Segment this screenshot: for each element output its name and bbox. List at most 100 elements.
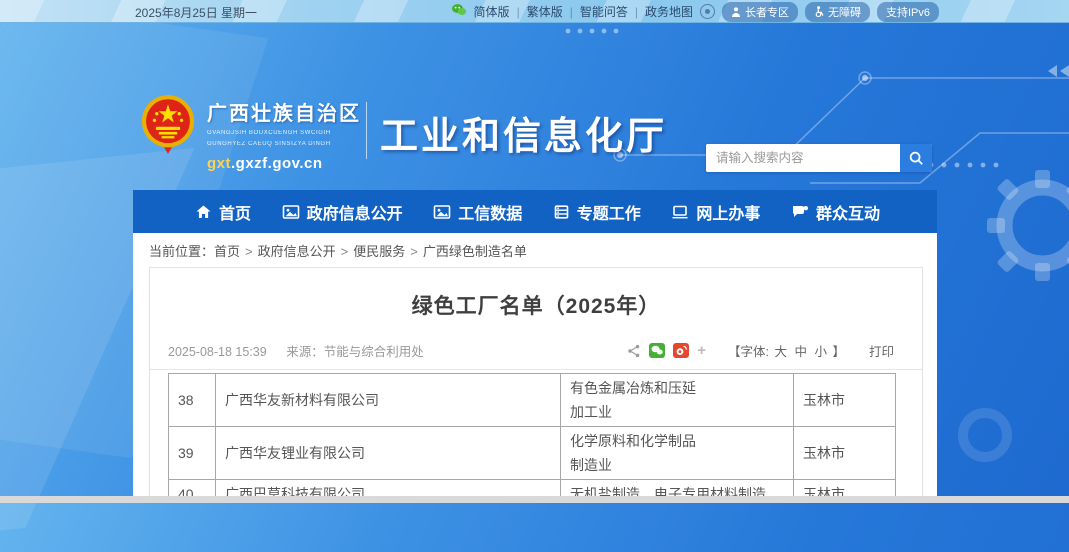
breadcrumb-current-page[interactable]: 广西绿色制造名单	[423, 244, 527, 259]
industry-cell: 无机盐制造、电子专用材料制造	[561, 480, 794, 497]
nav-item-industry-data[interactable]: 工信数据	[433, 200, 522, 224]
meta-left: 2025-08-18 15:39 来源：节能与综合利用处	[168, 341, 440, 360]
elder-zone-button[interactable]: 长者专区	[722, 2, 798, 22]
main-nav: 首页 政府信息公开 工信数据 专题工作 网上办事 群众互动	[133, 190, 937, 233]
company-cell: 广西华友锂业有限公司	[216, 427, 561, 480]
company-cell: 广西巴莫科技有限公司	[216, 480, 561, 497]
article-box: 绿色工厂名单（2025年） 2025-08-18 15:39 来源：节能与综合利…	[149, 267, 923, 496]
search-input[interactable]	[706, 144, 900, 172]
wechat-icon[interactable]	[451, 3, 467, 20]
industry-line: 无机盐制造、电子专用材料制造	[570, 482, 784, 496]
computer-icon	[671, 204, 689, 220]
national-emblem-logo[interactable]	[140, 93, 196, 155]
region-zhuang-line1: GVANGJSIH BOUXCUENGH SWCIGIH	[207, 129, 361, 137]
domain-rest: .gxzf.gov.cn	[231, 155, 323, 172]
topbar-links: 简体版 | 繁体版 | 智能问答 | 政务地图 长者专区 无障碍 支持IPv6	[451, 2, 939, 21]
domain-prefix: gxt	[207, 155, 231, 172]
separator: |	[570, 5, 573, 19]
share-icon[interactable]	[627, 344, 641, 358]
date-label: 2025年8月25日 星期一	[135, 4, 257, 21]
breadcrumb: 当前位置：首页>政府信息公开>便民服务>广西绿色制造名单	[133, 233, 937, 260]
link-gov-map[interactable]: 政务地图	[645, 3, 693, 20]
article-meta: 2025-08-18 15:39 来源：节能与综合利用处 + 【字体: 大 中	[150, 341, 922, 370]
region-logo-block[interactable]: 广西壮族自治区 GVANGJSIH BOUXCUENGH SWCIGIH GUN…	[207, 97, 361, 172]
table-row: 40 广西巴莫科技有限公司 无机盐制造、电子专用材料制造 玉林市	[169, 480, 896, 497]
city-cell: 玉林市	[794, 427, 896, 480]
accessibility-button[interactable]: 无障碍	[805, 2, 870, 22]
breadcrumb-separator: >	[341, 244, 349, 259]
header-divider	[366, 102, 367, 159]
site-title[interactable]: 工业和信息化厅	[380, 105, 667, 160]
elder-person-icon	[731, 7, 741, 17]
nav-item-info-disclosure[interactable]: 政府信息公开	[282, 200, 403, 224]
circle-badge-icon[interactable]	[700, 4, 715, 19]
font-label-open: 【字体:	[728, 345, 769, 359]
separator: |	[517, 5, 520, 19]
link-smart-qa[interactable]: 智能问答	[580, 3, 628, 20]
search-icon	[908, 150, 924, 166]
industry-line: 有色金属冶炼和压延	[570, 376, 784, 400]
nav-label: 网上办事	[696, 200, 760, 224]
row-number-cell: 39	[169, 427, 216, 480]
wheelchair-icon	[814, 6, 824, 17]
breadcrumb-info-disclosure[interactable]: 政府信息公开	[258, 244, 336, 259]
picture-icon	[282, 204, 300, 220]
table-row: 39 广西华友锂业有限公司 化学原料和化学制品 制造业 玉林市	[169, 427, 896, 480]
nav-label: 首页	[219, 200, 251, 224]
region-zhuang-line2: GUNGHYEZ CAEUQ SINSIZYA DINGH	[207, 140, 361, 148]
meta-right: + 【字体: 大 中 小 】 打印	[627, 341, 894, 360]
font-size-large[interactable]: 大	[774, 345, 787, 359]
more-share-icon[interactable]: +	[697, 342, 706, 359]
search-box	[706, 144, 932, 172]
row-number-cell: 40	[169, 480, 216, 497]
chat-bubbles-icon	[791, 204, 809, 220]
publish-date: 2025-08-18 15:39	[168, 345, 267, 359]
nav-label: 工信数据	[458, 200, 522, 224]
ipv6-label: 支持IPv6	[886, 4, 930, 20]
home-icon	[195, 204, 212, 220]
nav-label: 政府信息公开	[307, 200, 403, 224]
font-size-small[interactable]: 小	[814, 345, 827, 359]
picture-icon	[433, 204, 451, 220]
company-cell: 广西华友新材料有限公司	[216, 374, 561, 427]
bottom-strip	[0, 496, 1069, 503]
wechat-share-icon[interactable]	[649, 343, 665, 358]
industry-cell: 有色金属冶炼和压延 加工业	[561, 374, 794, 427]
industry-line: 化学原料和化学制品	[570, 429, 784, 453]
nav-item-special-topics[interactable]: 专题工作	[553, 200, 641, 224]
accessibility-label: 无障碍	[828, 4, 861, 20]
nav-label: 专题工作	[577, 200, 641, 224]
nav-label: 群众互动	[816, 200, 880, 224]
elder-zone-label: 长者专区	[745, 4, 789, 20]
table-row: 38 广西华友新材料有限公司 有色金属冶炼和压延 加工业 玉林市	[169, 374, 896, 427]
nav-item-online-services[interactable]: 网上办事	[671, 200, 760, 224]
font-size-medium[interactable]: 中	[794, 345, 807, 359]
font-label-close: 】	[832, 345, 845, 359]
region-name: 广西壮族自治区	[207, 97, 361, 126]
row-number-cell: 38	[169, 374, 216, 427]
weibo-share-icon[interactable]	[673, 343, 689, 358]
nav-item-public-interaction[interactable]: 群众互动	[791, 200, 880, 224]
city-cell: 玉林市	[794, 374, 896, 427]
city-cell: 玉林市	[794, 480, 896, 497]
breadcrumb-home[interactable]: 首页	[214, 244, 240, 259]
article-source: 来源：节能与综合利用处	[286, 345, 424, 359]
breadcrumb-prefix: 当前位置：	[149, 244, 214, 259]
article-title: 绿色工厂名单（2025年）	[150, 290, 922, 320]
nav-item-home[interactable]: 首页	[195, 200, 251, 224]
print-button[interactable]: 打印	[869, 341, 894, 360]
link-simplified-chinese[interactable]: 简体版	[474, 3, 510, 20]
industry-line: 加工业	[570, 400, 784, 424]
archive-icon	[553, 204, 570, 220]
font-size-control: 【字体: 大 中 小 】	[728, 341, 845, 360]
industry-line: 制造业	[570, 453, 784, 477]
green-factory-table: 38 广西华友新材料有限公司 有色金属冶炼和压延 加工业 玉林市 39 广西华友…	[168, 373, 896, 496]
ipv6-badge[interactable]: 支持IPv6	[877, 2, 939, 22]
topbar: 2025年8月25日 星期一 简体版 | 繁体版 | 智能问答 | 政务地图 长…	[0, 0, 1069, 23]
link-traditional-chinese[interactable]: 繁体版	[527, 3, 563, 20]
search-button[interactable]	[900, 144, 932, 172]
breadcrumb-public-services[interactable]: 便民服务	[353, 244, 405, 259]
breadcrumb-separator: >	[245, 244, 253, 259]
separator: |	[635, 5, 638, 19]
main-content: 当前位置：首页>政府信息公开>便民服务>广西绿色制造名单 绿色工厂名单（2025…	[133, 233, 937, 496]
